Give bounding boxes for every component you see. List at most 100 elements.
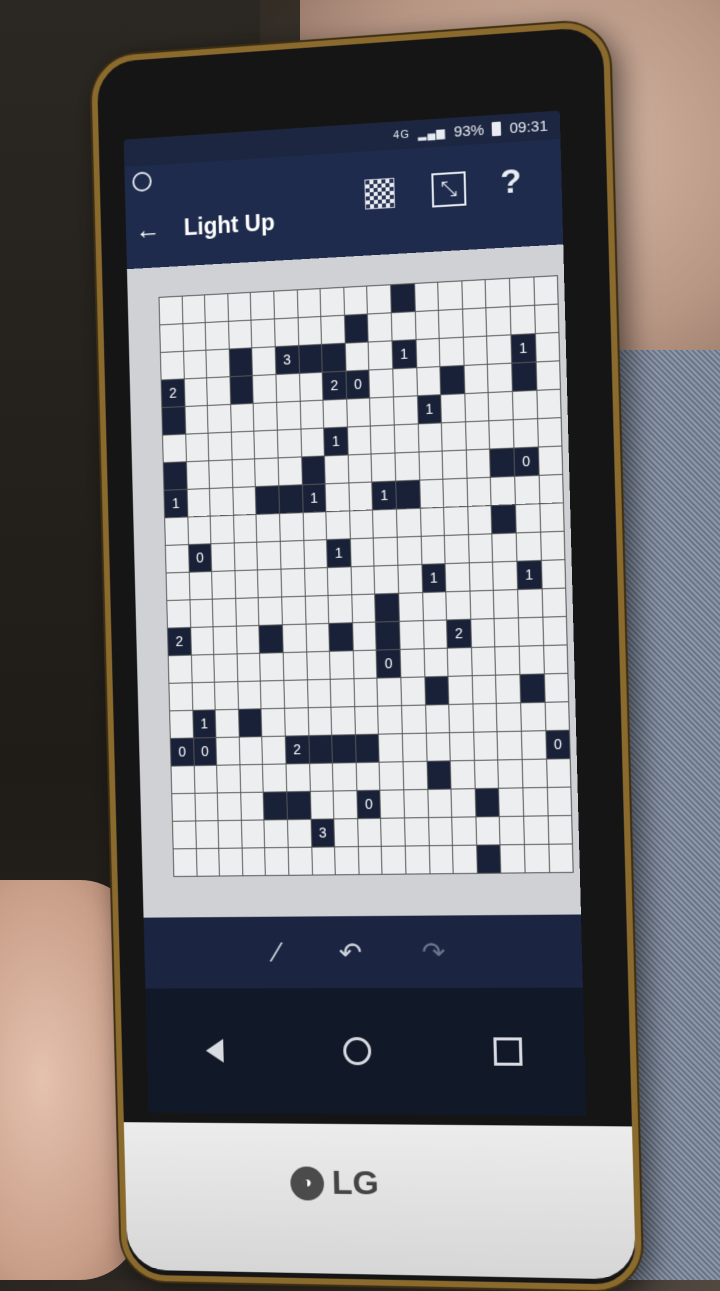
grid-cell-empty[interactable] xyxy=(493,561,518,590)
grid-cell-empty[interactable] xyxy=(476,817,500,845)
grid-cell-empty[interactable] xyxy=(183,350,207,379)
grid-cell-empty[interactable] xyxy=(539,474,563,504)
grid-cell-empty[interactable] xyxy=(228,292,251,321)
grid-cell-empty[interactable] xyxy=(320,287,344,316)
grid-cell-empty[interactable] xyxy=(449,704,473,733)
grid-cell-empty[interactable] xyxy=(496,675,521,703)
grid-cell-empty[interactable] xyxy=(356,762,380,791)
grid-cell-empty[interactable] xyxy=(381,818,405,846)
grid-cell-empty[interactable] xyxy=(190,599,213,627)
grid-cell-empty[interactable] xyxy=(251,291,274,320)
grid-cell-empty[interactable] xyxy=(380,790,404,818)
checkerboard-icon[interactable] xyxy=(364,177,396,210)
grid-cell-empty[interactable] xyxy=(371,425,395,454)
grid-cell-empty[interactable] xyxy=(288,847,312,875)
grid-cell-empty[interactable] xyxy=(171,766,195,794)
nav-home-icon[interactable] xyxy=(342,1037,372,1066)
grid-cell-empty[interactable] xyxy=(192,682,215,710)
grid-cell-empty[interactable] xyxy=(367,285,391,314)
grid-cell-empty[interactable] xyxy=(497,731,522,760)
grid-cell-empty[interactable] xyxy=(299,372,323,401)
redo-icon[interactable]: ↷ xyxy=(421,935,445,968)
grid-cell-empty[interactable] xyxy=(310,791,334,819)
grid-cell-empty[interactable] xyxy=(515,504,540,533)
grid-cell-empty[interactable] xyxy=(252,347,276,376)
grid-cell-empty[interactable] xyxy=(415,310,439,340)
grid-cell-empty[interactable] xyxy=(377,678,401,706)
grid-cell-empty[interactable] xyxy=(228,320,252,349)
grid-cell-empty[interactable] xyxy=(238,681,261,709)
grid-cell-empty[interactable] xyxy=(321,315,345,344)
grid-cell-empty[interactable] xyxy=(448,676,473,704)
grid-cell-empty[interactable] xyxy=(206,349,230,378)
grid-cell-empty[interactable] xyxy=(264,820,288,848)
grid-cell-empty[interactable] xyxy=(325,483,349,512)
grid-cell-empty[interactable] xyxy=(445,563,470,592)
grid-cell-empty[interactable] xyxy=(210,488,233,516)
help-icon[interactable]: ? xyxy=(500,162,522,203)
grid-cell-empty[interactable] xyxy=(196,848,220,876)
grid-cell-empty[interactable] xyxy=(542,616,567,646)
grid-cell-empty[interactable] xyxy=(173,849,197,877)
grid-cell-empty[interactable] xyxy=(428,817,453,846)
grid-cell-empty[interactable] xyxy=(165,545,189,573)
grid-cell-empty[interactable] xyxy=(538,446,563,475)
grid-cell-empty[interactable] xyxy=(524,816,548,845)
grid-cell-empty[interactable] xyxy=(495,646,520,675)
grid-cell-empty[interactable] xyxy=(354,706,379,735)
grid-cell-empty[interactable] xyxy=(541,560,566,589)
grid-cell-empty[interactable] xyxy=(418,423,442,452)
grid-cell-empty[interactable] xyxy=(419,479,444,508)
grid-cell-empty[interactable] xyxy=(438,281,462,310)
grid-cell-empty[interactable] xyxy=(498,760,523,788)
grid-cell-empty[interactable] xyxy=(378,706,402,734)
grid-cell-empty[interactable] xyxy=(468,506,492,535)
grid-cell-empty[interactable] xyxy=(309,763,333,791)
grid-cell-empty[interactable] xyxy=(205,321,229,350)
grid-cell-empty[interactable] xyxy=(379,734,403,762)
grid-cell-empty[interactable] xyxy=(473,703,497,732)
grid-cell-empty[interactable] xyxy=(277,401,301,430)
grid-cell-empty[interactable] xyxy=(547,787,572,816)
grid-cell-empty[interactable] xyxy=(465,421,490,450)
grid-cell-empty[interactable] xyxy=(393,368,417,397)
grid-cell-empty[interactable] xyxy=(515,475,539,505)
grid-cell-empty[interactable] xyxy=(442,450,467,479)
grid-cell-empty[interactable] xyxy=(253,375,277,403)
grid-cell-empty[interactable] xyxy=(280,513,303,541)
mark-tool-icon[interactable]: ⁄ xyxy=(274,937,279,969)
grid-cell-empty[interactable] xyxy=(535,332,560,362)
grid-cell-empty[interactable] xyxy=(210,515,234,544)
grid-cell-empty[interactable] xyxy=(306,651,330,680)
grid-cell-empty[interactable] xyxy=(216,737,240,765)
back-arrow-icon[interactable]: ← xyxy=(135,214,161,246)
grid-cell-empty[interactable] xyxy=(166,572,190,601)
grid-cell-empty[interactable] xyxy=(235,570,259,598)
grid-cell-empty[interactable] xyxy=(401,677,425,706)
grid-cell-empty[interactable] xyxy=(349,510,374,539)
grid-cell-empty[interactable] xyxy=(396,508,421,537)
grid-cell-empty[interactable] xyxy=(187,516,211,545)
grid-cell-empty[interactable] xyxy=(426,733,450,761)
grid-cell-empty[interactable] xyxy=(542,588,566,617)
grid-cell-empty[interactable] xyxy=(325,455,349,484)
grid-cell-empty[interactable] xyxy=(349,482,373,511)
grid-cell-empty[interactable] xyxy=(328,595,352,623)
grid-cell-empty[interactable] xyxy=(382,846,406,874)
grid-cell-empty[interactable] xyxy=(370,397,394,426)
grid-cell-empty[interactable] xyxy=(213,626,237,654)
grid-cell-empty[interactable] xyxy=(439,337,464,367)
grid-cell-empty[interactable] xyxy=(399,593,423,621)
grid-cell-empty[interactable] xyxy=(262,736,286,764)
grid-cell-empty[interactable] xyxy=(473,732,498,760)
grid-cell-empty[interactable] xyxy=(373,509,397,538)
grid-cell-empty[interactable] xyxy=(524,844,549,873)
grid-cell-empty[interactable] xyxy=(492,533,517,562)
grid-cell-empty[interactable] xyxy=(231,431,255,460)
grid-cell-empty[interactable] xyxy=(165,517,188,545)
grid-cell-empty[interactable] xyxy=(284,680,308,708)
grid-cell-empty[interactable] xyxy=(282,596,306,625)
grid-cell-empty[interactable] xyxy=(404,789,428,818)
grid-cell-empty[interactable] xyxy=(539,503,564,532)
grid-cell-empty[interactable] xyxy=(518,617,543,646)
